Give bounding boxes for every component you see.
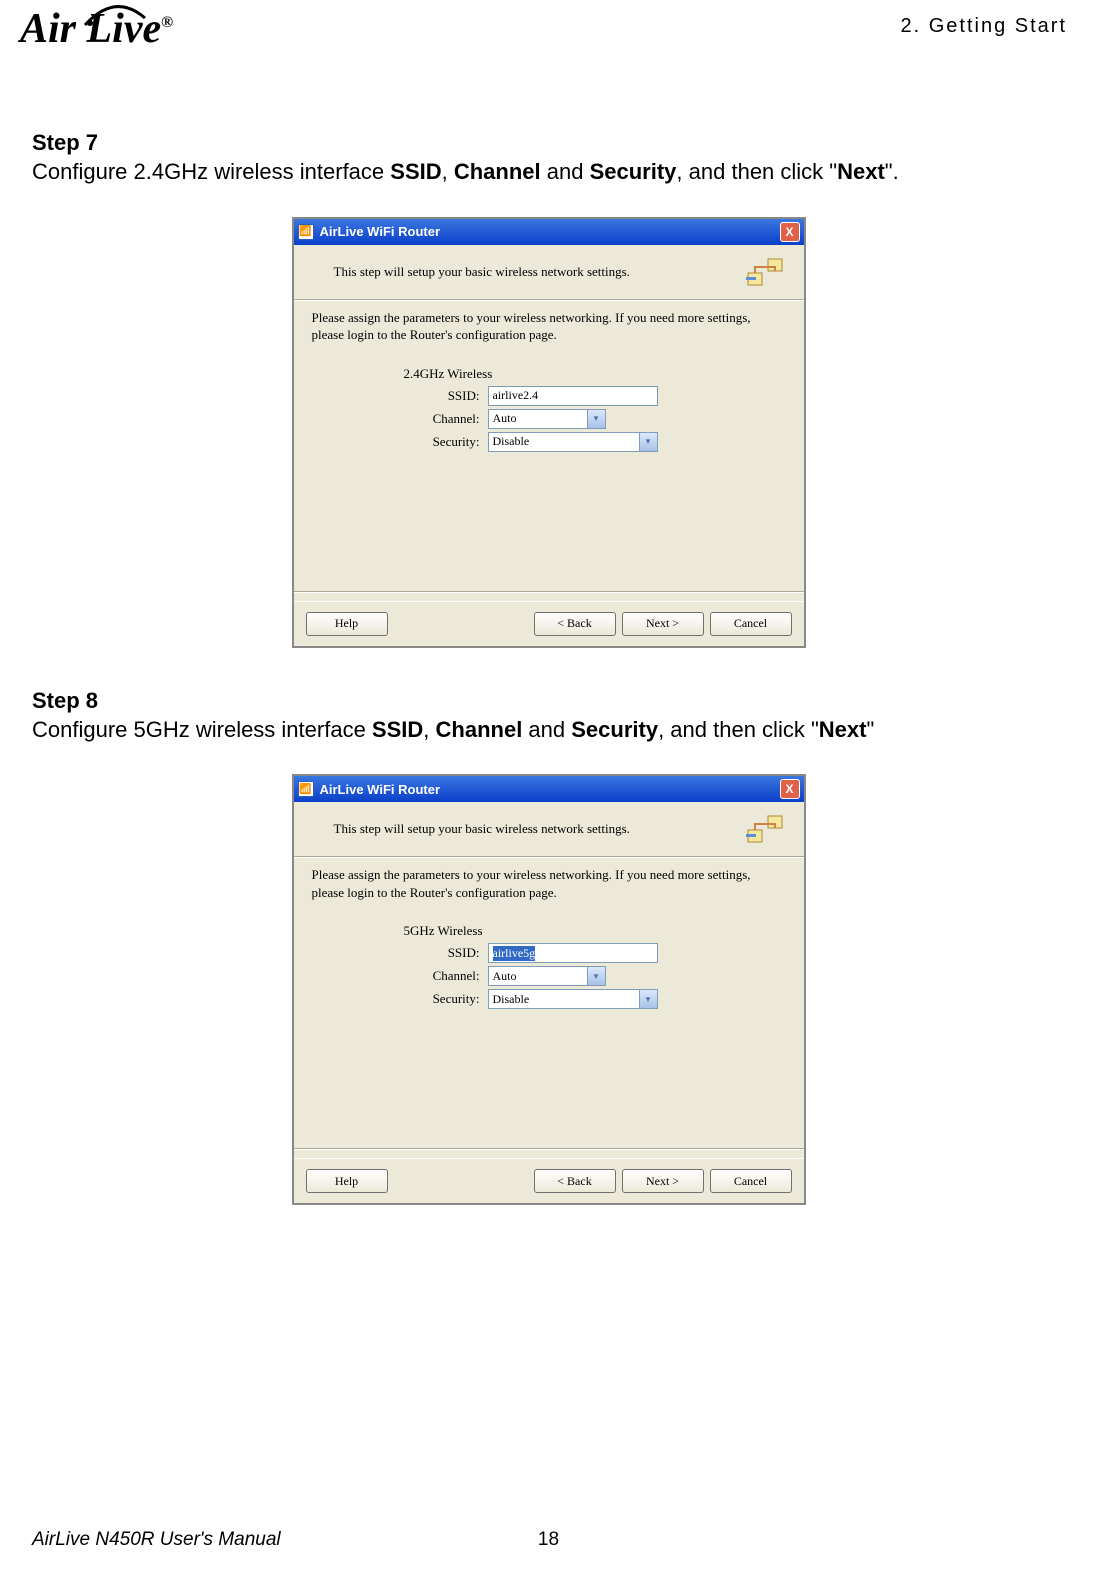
dialog-header-text: This step will setup your basic wireless… (334, 821, 746, 837)
cancel-button[interactable]: Cancel (710, 1169, 792, 1193)
security-label: Security: (404, 991, 488, 1007)
dialog-title: AirLive WiFi Router (320, 224, 780, 239)
ssid-input-24[interactable] (488, 386, 658, 406)
chevron-down-icon: ▾ (639, 433, 657, 451)
security-select-24[interactable]: Disable▾ (488, 432, 658, 452)
network-icon (746, 812, 786, 846)
close-icon[interactable]: X (780, 779, 800, 799)
ssid-input-5[interactable]: airlive5g (488, 943, 658, 963)
ssid-label: SSID: (404, 388, 488, 404)
help-button[interactable]: Help (306, 612, 388, 636)
dialog-title: AirLive WiFi Router (320, 782, 780, 797)
step7-text: Configure 2.4GHz wireless interface SSID… (32, 158, 1065, 187)
dialog-titlebar[interactable]: 📶 AirLive WiFi Router X (294, 776, 804, 802)
ssid-label: SSID: (404, 945, 488, 961)
header-stripe (260, 40, 1097, 80)
back-button[interactable]: < Back (534, 612, 616, 636)
dialog-titlebar[interactable]: 📶 AirLive WiFi Router X (294, 219, 804, 245)
chevron-down-icon: ▾ (639, 990, 657, 1008)
dialog-instructions: Please assign the parameters to your wir… (294, 866, 804, 901)
network-icon (746, 255, 786, 289)
chapter-label: 2. Getting Start (900, 15, 1067, 38)
app-icon: 📶 (298, 781, 314, 797)
back-button[interactable]: < Back (534, 1169, 616, 1193)
security-label: Security: (404, 434, 488, 450)
cancel-button[interactable]: Cancel (710, 612, 792, 636)
section-label-24: 2.4GHz Wireless (294, 366, 804, 382)
step8-text: Configure 5GHz wireless interface SSID, … (32, 716, 1065, 745)
help-button[interactable]: Help (306, 1169, 388, 1193)
channel-select-24[interactable]: Auto▾ (488, 409, 606, 429)
dialog-header-text: This step will setup your basic wireless… (334, 264, 746, 280)
channel-label: Channel: (404, 968, 488, 984)
dialog-5ghz: 📶 AirLive WiFi Router X This step will s… (292, 774, 806, 1205)
step8-title: Step 8 (32, 688, 1065, 714)
next-button[interactable]: Next > (622, 612, 704, 636)
chevron-down-icon: ▾ (587, 410, 605, 428)
dialog-instructions: Please assign the parameters to your wir… (294, 309, 804, 344)
close-icon[interactable]: X (780, 222, 800, 242)
chevron-down-icon: ▾ (587, 967, 605, 985)
app-icon: 📶 (298, 224, 314, 240)
next-button[interactable]: Next > (622, 1169, 704, 1193)
dialog-24ghz: 📶 AirLive WiFi Router X This step will s… (292, 217, 806, 648)
footer-page: 18 (538, 1529, 559, 1551)
channel-label: Channel: (404, 411, 488, 427)
section-label-5: 5GHz Wireless (294, 923, 804, 939)
airlive-logo: Air Live® (20, 5, 173, 53)
step7-title: Step 7 (32, 130, 1065, 156)
security-select-5[interactable]: Disable▾ (488, 989, 658, 1009)
channel-select-5[interactable]: Auto▾ (488, 966, 606, 986)
